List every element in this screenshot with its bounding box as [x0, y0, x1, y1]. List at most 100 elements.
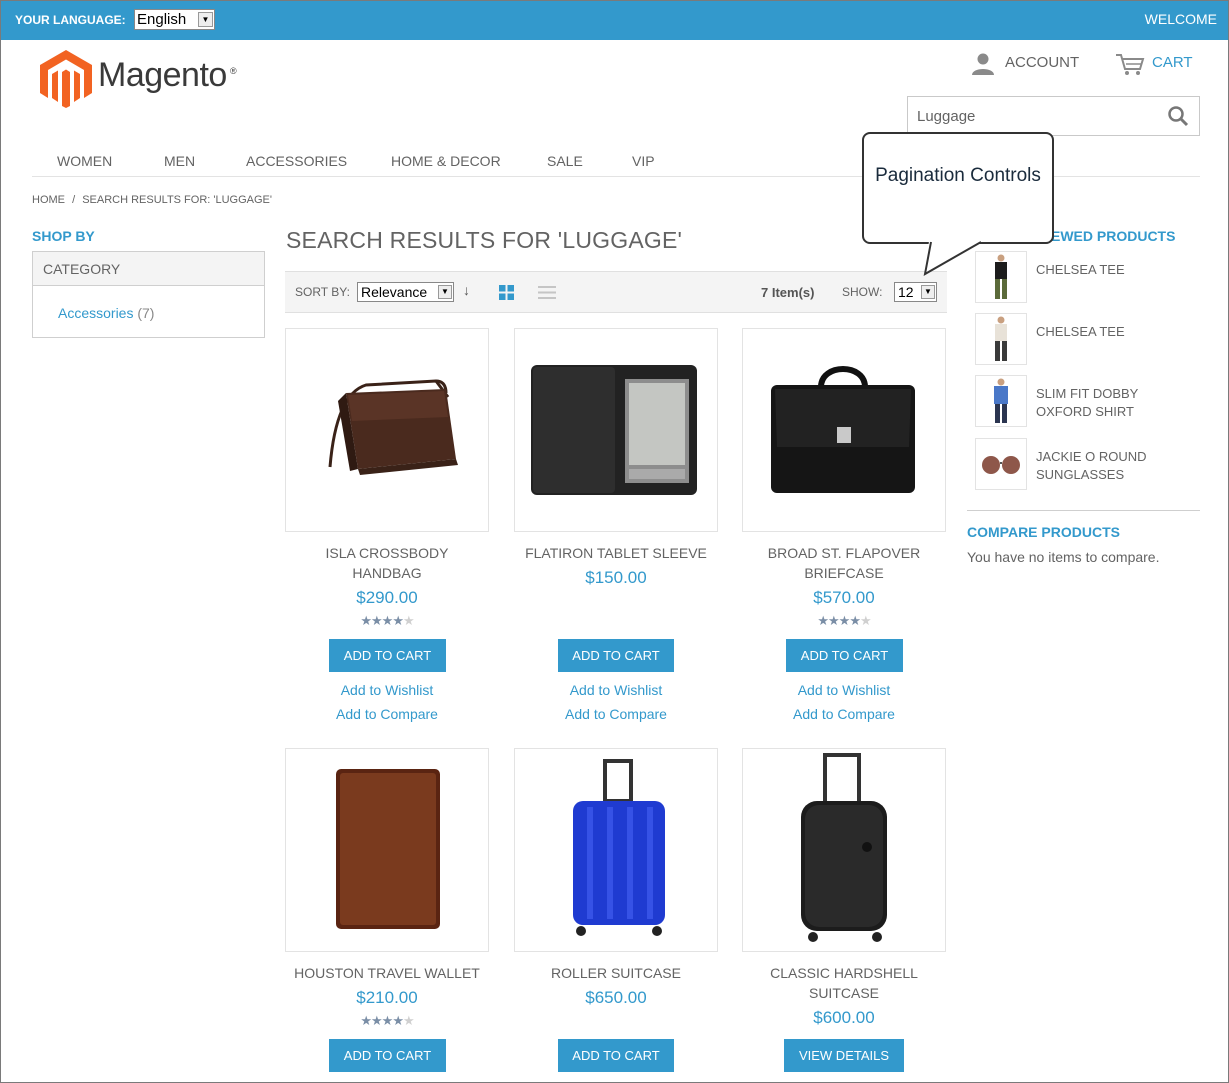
cart-icon[interactable] [1115, 52, 1145, 81]
add-to-compare-link[interactable]: Add to Compare [285, 706, 489, 722]
product-card: ROLLER SUITCASE $650.00 [514, 748, 718, 1008]
account-link[interactable] [971, 53, 995, 75]
list-view-icon[interactable] [538, 285, 556, 300]
welcome-message: WELCOME [1144, 11, 1217, 27]
product-price: $600.00 [813, 1008, 875, 1027]
product-image[interactable] [285, 328, 489, 532]
product-price: $570.00 [813, 588, 875, 607]
magento-logo-icon [40, 50, 92, 108]
nav-item-vip[interactable]: VIP [632, 153, 655, 169]
callout-pointer [923, 241, 983, 276]
page-title: SEARCH RESULTS FOR 'LUGGAGE' [286, 227, 683, 253]
product-price: $210.00 [356, 988, 418, 1007]
nav-item-women[interactable]: WOMEN [57, 153, 112, 169]
per-page-value: 12 [898, 284, 914, 300]
nav-item-home-decor[interactable]: HOME & DECOR [391, 153, 501, 169]
cart-label[interactable]: CART [1152, 54, 1193, 71]
add-to-wishlist-link[interactable]: Add to Wishlist [285, 682, 489, 698]
add-to-cart-button[interactable]: ADD TO CART [329, 639, 446, 672]
logo-text: Magento [98, 56, 227, 94]
recently-viewed-item[interactable]: SLIM FIT DOBBY OXFORD SHIRT [975, 375, 1200, 427]
product-name[interactable]: CLASSIC HARDSHELL SUITCASE [742, 963, 946, 1003]
sort-direction-icon[interactable]: ↓ [463, 282, 470, 298]
add-to-compare-link[interactable]: Add to Compare [742, 706, 946, 722]
product-name[interactable]: ISLA CROSSBODY HANDBAG [285, 543, 489, 583]
items-count: 7 Item(s) [761, 285, 815, 300]
view-details-button[interactable]: VIEW DETAILS [784, 1039, 904, 1072]
search-input[interactable]: Luggage [907, 96, 1200, 136]
product-name[interactable]: FLATIRON TABLET SLEEVE [514, 543, 718, 563]
rating-stars: ★★★★★ [817, 613, 871, 628]
recently-viewed-item[interactable]: CHELSEA TEE [975, 313, 1200, 365]
breadcrumb-home[interactable]: HOME [32, 194, 65, 206]
product-name[interactable]: BROAD ST. FLAPOVER BRIEFCASE [742, 543, 946, 583]
product-name[interactable]: ROLLER SUITCASE [514, 963, 718, 983]
product-card: ISLA CROSSBODY HANDBAG $290.00 ★★★★★ [285, 328, 489, 628]
product-image[interactable] [285, 748, 489, 952]
category-filter: CATEGORY Accessories (7) [32, 251, 265, 338]
compare-products-text: You have no items to compare. [967, 549, 1160, 565]
chevron-down-icon: ▼ [438, 285, 452, 299]
add-to-compare-link[interactable]: Add to Compare [514, 706, 718, 722]
recently-viewed-name[interactable]: SLIM FIT DOBBY OXFORD SHIRT [1036, 385, 1196, 421]
add-to-cart-button[interactable]: ADD TO CART [786, 639, 903, 672]
nav-item-men[interactable]: MEN [164, 153, 195, 169]
sort-by-label: SORT BY: [295, 285, 350, 299]
product-thumbnail[interactable] [975, 313, 1027, 365]
category-count: (7) [137, 305, 155, 321]
add-to-wishlist-link[interactable]: Add to Wishlist [742, 682, 946, 698]
product-image[interactable] [742, 328, 946, 532]
recently-viewed-name[interactable]: JACKIE O ROUND SUNGLASSES [1036, 448, 1196, 484]
top-bar: YOUR LANGUAGE: English ▼ WELCOME [1, 1, 1228, 40]
sort-by-select[interactable]: Relevance ▼ [357, 282, 454, 302]
logo-registered-mark: ® [230, 66, 237, 76]
category-link-accessories[interactable]: Accessories (7) [58, 305, 154, 321]
chevron-down-icon: ▼ [198, 12, 213, 27]
rating-stars: ★★★★★ [360, 613, 414, 628]
recently-viewed-name[interactable]: CHELSEA TEE [1036, 261, 1196, 279]
product-price: $290.00 [356, 588, 418, 607]
product-thumbnail[interactable] [975, 375, 1027, 427]
product-image[interactable] [514, 748, 718, 952]
recently-viewed-item[interactable]: CHELSEA TEE [975, 251, 1200, 303]
product-price: $150.00 [585, 568, 647, 587]
sort-by-value: Relevance [361, 284, 428, 300]
search-input-value: Luggage [917, 108, 976, 125]
product-image[interactable] [742, 748, 946, 952]
recently-viewed-name[interactable]: CHELSEA TEE [1036, 323, 1196, 341]
product-card: FLATIRON TABLET SLEEVE $150.00 [514, 328, 718, 588]
shop-by-title: SHOP BY [32, 228, 95, 244]
product-image[interactable] [514, 328, 718, 532]
toolbar: SORT BY: Relevance ▼ ↓ 7 Item(s) SHOW: 1… [285, 271, 947, 313]
product-price: $650.00 [585, 988, 647, 1007]
language-select[interactable]: English ▼ [134, 9, 215, 30]
recently-viewed-title: EWED PRODUCTS [1051, 228, 1176, 244]
recently-viewed-item[interactable]: JACKIE O ROUND SUNGLASSES [975, 438, 1200, 490]
add-to-cart-button[interactable]: ADD TO CART [558, 639, 674, 672]
add-to-cart-button[interactable]: ADD TO CART [558, 1039, 674, 1072]
category-link-label: Accessories [58, 305, 134, 321]
nav-item-accessories[interactable]: ACCESSORIES [246, 153, 347, 169]
grid-view-icon[interactable] [499, 285, 514, 300]
add-to-cart-button[interactable]: ADD TO CART [329, 1039, 446, 1072]
chevron-down-icon: ▼ [921, 285, 935, 299]
product-card: HOUSTON TRAVEL WALLET $210.00 ★★★★★ [285, 748, 489, 1028]
per-page-select[interactable]: 12 ▼ [894, 282, 937, 302]
callout-text: Pagination Controls [875, 165, 1041, 186]
language-label: YOUR LANGUAGE: [15, 13, 126, 27]
product-card: BROAD ST. FLAPOVER BRIEFCASE $570.00 ★★★… [742, 328, 946, 628]
breadcrumb-separator: / [72, 194, 76, 206]
nav-item-sale[interactable]: SALE [547, 153, 583, 169]
rating-stars: ★★★★★ [360, 1013, 414, 1028]
pagination-callout: Pagination Controls [862, 132, 1054, 244]
product-thumbnail[interactable] [975, 438, 1027, 490]
breadcrumb-current: SEARCH RESULTS FOR: 'LUGGAGE' [82, 194, 272, 206]
account-label[interactable]: ACCOUNT [1005, 54, 1079, 71]
sidebar-divider [967, 510, 1200, 511]
product-name[interactable]: HOUSTON TRAVEL WALLET [285, 963, 489, 983]
search-icon[interactable] [1167, 105, 1189, 127]
product-card: CLASSIC HARDSHELL SUITCASE $600.00 [742, 748, 946, 1028]
category-header[interactable]: CATEGORY [33, 252, 264, 286]
add-to-wishlist-link[interactable]: Add to Wishlist [514, 682, 718, 698]
show-label: SHOW: [842, 285, 883, 299]
